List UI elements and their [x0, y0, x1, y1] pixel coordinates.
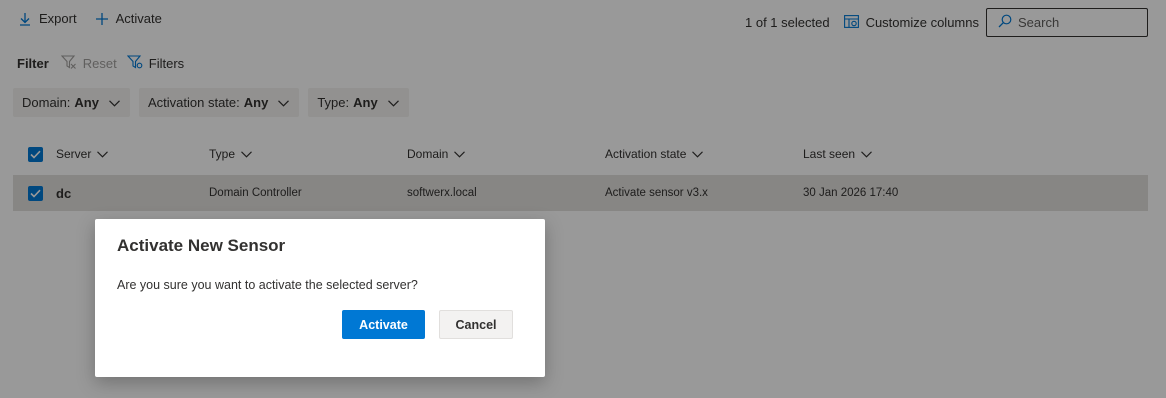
dialog-title: Activate New Sensor	[117, 236, 286, 255]
activate-sensor-dialog: Activate New Sensor Are you sure you wan…	[95, 219, 545, 377]
confirm-activate-button[interactable]: Activate	[342, 310, 425, 339]
cancel-button[interactable]: Cancel	[439, 310, 513, 339]
dialog-message: Are you sure you want to activate the se…	[117, 278, 418, 292]
